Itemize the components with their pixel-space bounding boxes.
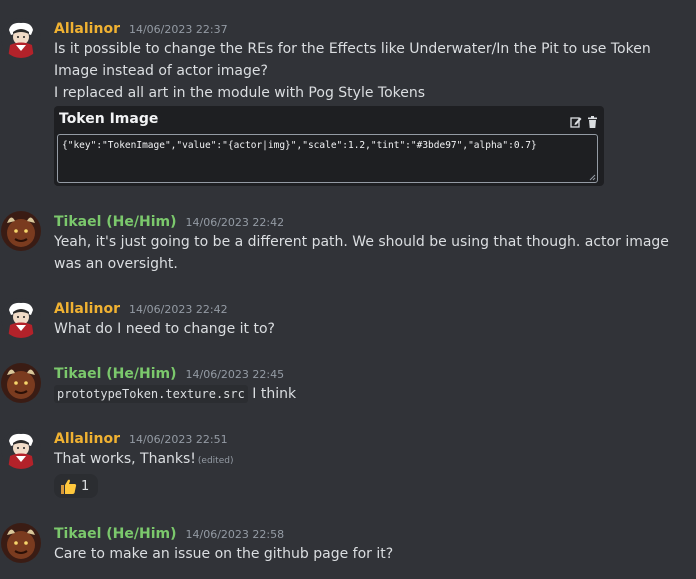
edit-icon[interactable]: [570, 116, 582, 128]
message-header: Tikael (He/Him) 14/06/2023 22:42: [54, 211, 284, 230]
author-name[interactable]: Allalinor: [54, 431, 120, 447]
message-text: Is it possible to change the REs for the…: [54, 38, 690, 104]
timestamp: 14/06/2023 22:51: [128, 433, 228, 446]
embed-actions: [570, 111, 598, 130]
timestamp: 14/06/2023 22:42: [185, 216, 285, 229]
message-line: That works, Thanks!: [54, 451, 196, 467]
timestamp: 14/06/2023 22:42: [128, 303, 228, 316]
author-name[interactable]: Tikael (He/Him): [54, 214, 177, 230]
author-name[interactable]: Allalinor: [54, 301, 120, 317]
edited-marker: (edited): [197, 456, 234, 466]
chat-log: Allalinor 14/06/2023 22:37 Is it possible…: [0, 0, 696, 579]
avatar-allalinor[interactable]: [1, 18, 41, 58]
message-text: That works, Thanks! (edited): [54, 448, 690, 472]
reaction-thumbs-up[interactable]: 1: [54, 474, 98, 498]
avatar-allalinor[interactable]: [1, 298, 41, 338]
author-name[interactable]: Tikael (He/Him): [54, 526, 177, 542]
inline-code: prototypeToken.texture.src: [54, 385, 248, 403]
message-header: Allalinor 14/06/2023 22:51: [54, 428, 228, 447]
avatar-allalinor[interactable]: [1, 429, 41, 469]
resize-grip-icon[interactable]: [589, 174, 596, 181]
message-text: What do I need to change it to?: [54, 321, 275, 337]
author-name[interactable]: Allalinor: [54, 21, 120, 37]
reaction-count: 1: [81, 478, 90, 494]
message-header: Tikael (He/Him) 14/06/2023 22:58: [54, 523, 284, 542]
thumbs-up-icon: [61, 479, 77, 494]
author-name[interactable]: Tikael (He/Him): [54, 366, 177, 382]
embed-card: Token Image {"key":"TokenImage","value":…: [54, 106, 604, 186]
embed-title: Token Image: [59, 111, 159, 127]
message-text: Care to make an issue on the github page…: [54, 546, 394, 562]
message-text: prototypeToken.texture.src I think: [54, 383, 690, 405]
embed-code: {"key":"TokenImage","value":"{actor|img}…: [62, 140, 537, 151]
avatar-tikael[interactable]: [1, 211, 41, 251]
message-text: Yeah, it's just going to be a different …: [54, 234, 669, 272]
message-header: Tikael (He/Him) 14/06/2023 22:45: [54, 363, 284, 382]
message-line: I replaced all art in the module with Po…: [54, 85, 426, 101]
avatar-tikael[interactable]: [1, 363, 41, 403]
timestamp: 14/06/2023 22:37: [128, 23, 228, 36]
trash-icon[interactable]: [587, 115, 598, 128]
message-header: Allalinor 14/06/2023 22:42: [54, 298, 228, 317]
token-image-textarea[interactable]: {"key":"TokenImage","value":"{actor|img}…: [57, 134, 598, 183]
message-header: Allalinor 14/06/2023 22:37: [54, 18, 228, 37]
message-trailing-text: I think: [247, 386, 297, 402]
message-line: Is it possible to change the REs for the…: [54, 41, 651, 79]
timestamp: 14/06/2023 22:58: [185, 528, 285, 541]
avatar-tikael[interactable]: [1, 523, 41, 563]
timestamp: 14/06/2023 22:45: [185, 368, 285, 381]
